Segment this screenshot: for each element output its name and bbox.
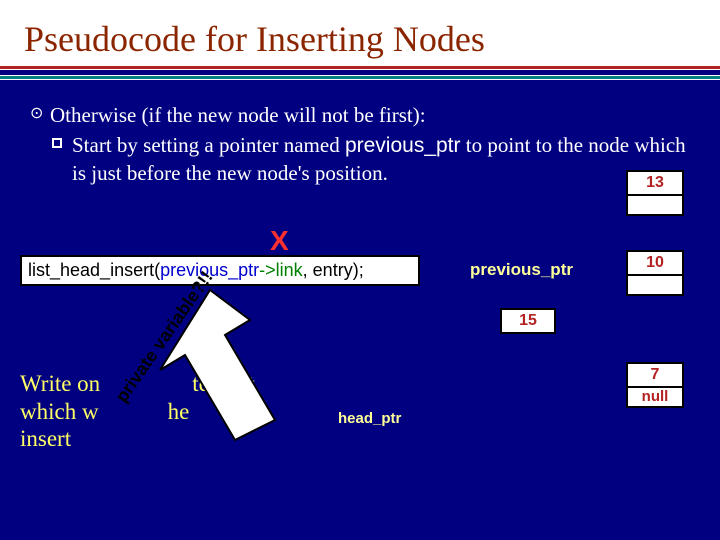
title-area: Pseudocode for Inserting Nodes — [0, 0, 720, 66]
node-7-value: 7 — [628, 364, 682, 388]
square-bullet-icon — [52, 138, 62, 148]
node-10-value: 10 — [628, 252, 682, 276]
bullet-main: ⊙ Otherwise (if the new node will not be… — [50, 102, 690, 186]
call-fn: list_head_insert( — [28, 260, 160, 280]
node-13: 13 — [626, 170, 684, 216]
bullet-main-text: Otherwise (if the new node will not be f… — [50, 103, 426, 127]
x-mark: X — [270, 225, 289, 257]
node-7: 7 null — [626, 362, 684, 408]
bullet-sub: Start by setting a pointer named previou… — [72, 132, 690, 186]
call-arg1b: ->link — [259, 260, 303, 280]
node-13-value: 13 — [628, 172, 682, 196]
write-statement-text: Write on tement which w he insert — [20, 370, 340, 453]
bullet-icon: ⊙ — [30, 104, 43, 124]
node-15: 15 — [500, 308, 556, 334]
sub-code: previous_ptr — [345, 134, 461, 157]
call-sep: , — [303, 260, 313, 280]
function-call-box: list_head_insert(previous_ptr->link, ent… — [20, 255, 420, 286]
slide-title: Pseudocode for Inserting Nodes — [24, 18, 720, 60]
previous-ptr-label: previous_ptr — [470, 260, 573, 280]
node-7-null: null — [628, 388, 682, 406]
node-10-link — [628, 276, 682, 294]
divider — [0, 66, 720, 80]
content-area: ⊙ Otherwise (if the new node will not be… — [0, 80, 720, 530]
node-13-link — [628, 196, 682, 214]
head-ptr-label: head_ptr — [338, 410, 401, 427]
call-arg2: entry — [313, 260, 353, 280]
node-10: 10 — [626, 250, 684, 296]
call-close: ); — [353, 260, 364, 280]
sub-text-1: Start by setting a pointer named — [72, 133, 345, 157]
